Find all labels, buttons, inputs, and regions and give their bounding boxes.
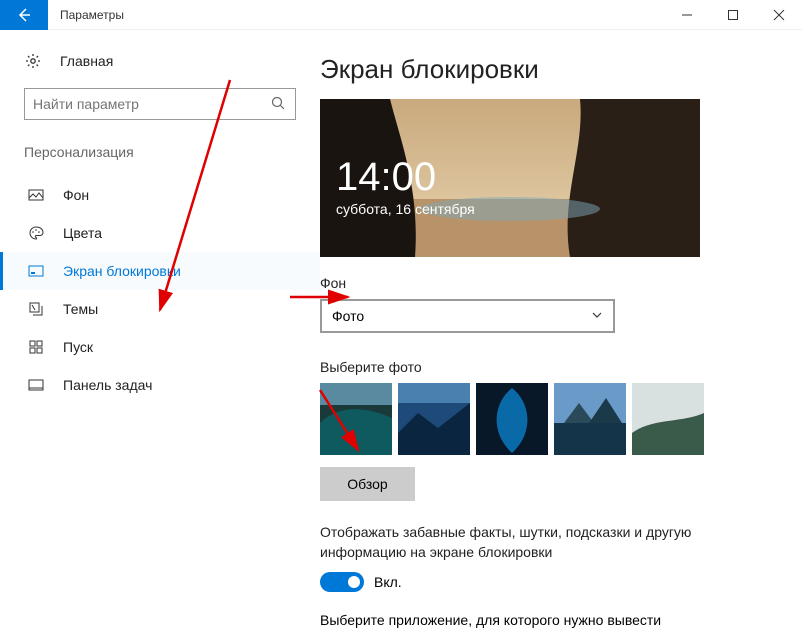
preview-time: 14:00	[336, 157, 475, 197]
chevron-down-icon	[591, 308, 603, 324]
sidebar-item-colors[interactable]: Цвета	[0, 214, 320, 252]
gear-icon	[24, 52, 42, 70]
maximize-button[interactable]	[710, 0, 756, 30]
sidebar-item-label: Экран блокировки	[63, 263, 181, 279]
themes-icon	[27, 300, 45, 318]
sidebar-item-label: Фон	[63, 187, 89, 203]
window-controls	[664, 0, 802, 30]
dropdown-value: Фото	[332, 308, 364, 324]
lockscreen-preview: 14:00 суббота, 16 сентября	[320, 99, 700, 257]
sidebar: Главная Персонализация Фон Цвета Экран б…	[0, 30, 320, 635]
sidebar-item-background[interactable]: Фон	[0, 176, 320, 214]
sidebar-item-label: Темы	[63, 301, 98, 317]
sidebar-item-taskbar[interactable]: Панель задач	[0, 366, 320, 404]
image-icon	[27, 186, 45, 204]
taskbar-icon	[27, 376, 45, 394]
browse-label: Обзор	[347, 476, 387, 492]
minimize-button[interactable]	[664, 0, 710, 30]
choose-app-label: Выберите приложение, для которого нужно …	[320, 612, 782, 628]
title-bar: Параметры	[0, 0, 802, 30]
sidebar-item-label: Пуск	[63, 339, 93, 355]
fun-facts-description: Отображать забавные факты, шутки, подска…	[320, 523, 740, 562]
browse-button[interactable]: Обзор	[320, 467, 415, 501]
sidebar-item-label: Цвета	[63, 225, 102, 241]
page-title: Экран блокировки	[320, 54, 782, 85]
sidebar-item-themes[interactable]: Темы	[0, 290, 320, 328]
category-label: Персонализация	[0, 144, 320, 160]
photo-thumbnails	[320, 383, 782, 455]
sidebar-item-lockscreen[interactable]: Экран блокировки	[0, 252, 320, 290]
palette-icon	[27, 224, 45, 242]
lock-screen-icon	[27, 262, 45, 280]
background-dropdown[interactable]: Фото	[320, 299, 615, 333]
start-icon	[27, 338, 45, 356]
window-title: Параметры	[60, 8, 664, 22]
main-content: Экран блокировки 14:00 суббота, 16 сентя…	[320, 30, 802, 635]
choose-photo-label: Выберите фото	[320, 359, 782, 375]
search-icon	[271, 96, 287, 112]
thumb-1[interactable]	[320, 383, 392, 455]
back-button[interactable]	[0, 0, 48, 30]
sidebar-item-start[interactable]: Пуск	[0, 328, 320, 366]
fun-facts-toggle[interactable]	[320, 572, 364, 592]
close-button[interactable]	[756, 0, 802, 30]
preview-date: суббота, 16 сентября	[336, 201, 475, 217]
search-input-wrap[interactable]	[24, 88, 296, 120]
toggle-state-label: Вкл.	[374, 574, 402, 590]
home-label: Главная	[60, 53, 113, 69]
arrow-left-icon	[16, 7, 32, 23]
thumb-4[interactable]	[554, 383, 626, 455]
background-section-label: Фон	[320, 275, 782, 291]
sidebar-item-label: Панель задач	[63, 377, 152, 393]
search-input[interactable]	[33, 96, 271, 112]
thumb-2[interactable]	[398, 383, 470, 455]
home-button[interactable]: Главная	[0, 46, 320, 76]
thumb-5[interactable]	[632, 383, 704, 455]
thumb-3[interactable]	[476, 383, 548, 455]
